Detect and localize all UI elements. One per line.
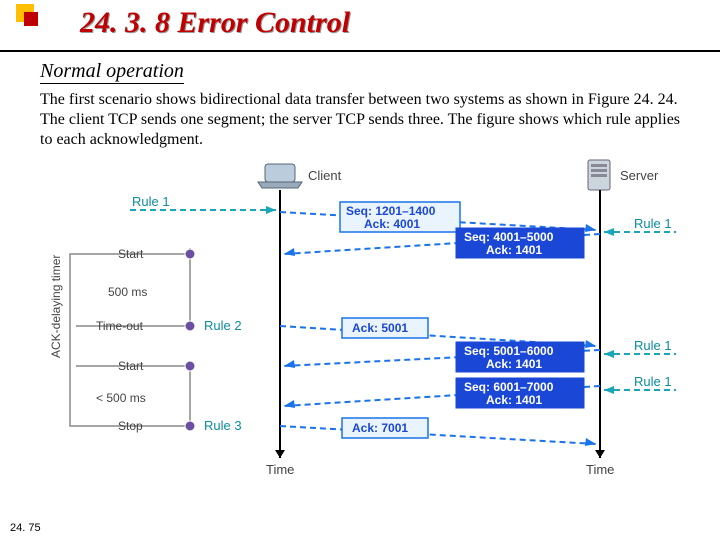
timer-events: Start 500 ms Time-out Start < 500 ms Sto… <box>76 247 195 433</box>
svg-text:Time-out: Time-out <box>96 319 144 333</box>
page-number: 24. 75 <box>10 522 41 534</box>
rule-left-3: Rule 3 <box>204 418 242 433</box>
svg-text:Ack: 5001: Ack: 5001 <box>352 321 408 335</box>
svg-text:Seq: 6001–7000: Seq: 6001–7000 <box>464 380 554 394</box>
svg-text:Ack: 1401: Ack: 1401 <box>486 357 542 371</box>
time-label-left: Time <box>266 462 294 477</box>
rule-left-1: Rule 1 <box>132 194 170 209</box>
svg-text:Seq: 5001–6000: Seq: 5001–6000 <box>464 344 554 358</box>
client-label: Client <box>308 168 342 183</box>
subheading: Normal operation <box>40 60 184 84</box>
svg-text:500 ms: 500 ms <box>108 285 147 299</box>
svg-text:Ack: 4001: Ack: 4001 <box>364 217 420 231</box>
rule-left-2: Rule 2 <box>204 318 242 333</box>
figure-tcp-normal-operation: Client Server Time Time ACK-delaying tim… <box>40 158 680 488</box>
svg-text:Start: Start <box>118 247 144 261</box>
svg-text:Seq: 1201–1400: Seq: 1201–1400 <box>346 204 436 218</box>
body-paragraph: The first scenario shows bidirectional d… <box>40 90 680 150</box>
svg-text:Rule 1: Rule 1 <box>634 216 672 231</box>
timer-label: ACK-delaying timer <box>49 255 63 358</box>
header-title: 24. 3. 8 Error Control <box>80 6 350 40</box>
client-icon <box>258 164 302 188</box>
svg-text:Start: Start <box>118 359 144 373</box>
svg-text:< 500 ms: < 500 ms <box>96 391 146 405</box>
svg-text:Rule 1: Rule 1 <box>634 338 672 353</box>
svg-text:Stop: Stop <box>118 419 143 433</box>
svg-text:Rule 1: Rule 1 <box>634 374 672 389</box>
svg-text:Seq: 4001–5000: Seq: 4001–5000 <box>464 230 554 244</box>
server-label: Server <box>620 168 659 183</box>
time-label-right: Time <box>586 462 614 477</box>
svg-text:Ack: 7001: Ack: 7001 <box>352 421 408 435</box>
header-accent <box>16 4 38 26</box>
svg-text:Ack: 1401: Ack: 1401 <box>486 243 542 257</box>
svg-text:Ack: 1401: Ack: 1401 <box>486 393 542 407</box>
server-icon <box>588 160 610 190</box>
